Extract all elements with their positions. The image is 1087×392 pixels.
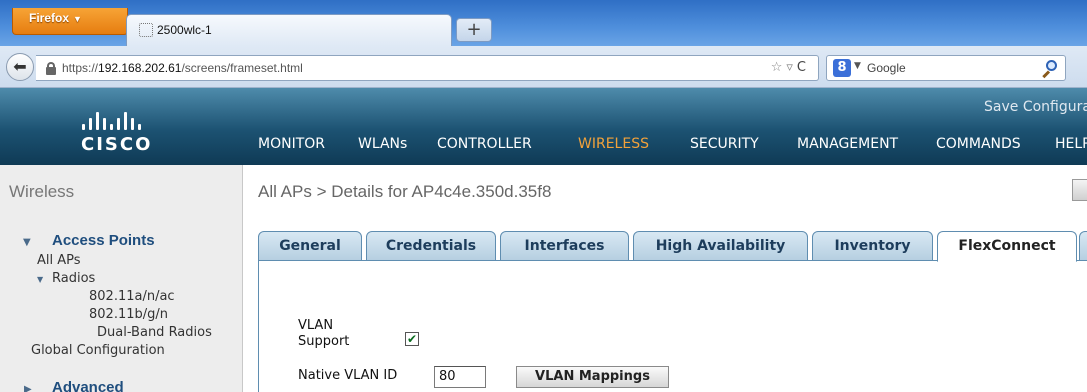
expand-arrow-icon[interactable]: ▼	[37, 275, 43, 284]
expand-arrow-icon[interactable]: ▼	[23, 237, 31, 248]
address-bar[interactable]: https://192.168.202.61/screens/frameset.…	[36, 55, 819, 81]
tab-flexconnect[interactable]: FlexConnect	[937, 231, 1077, 262]
browser-nav-bar: ⬅ https://192.168.202.61/screens/framese…	[0, 46, 1087, 88]
tab-credentials[interactable]: Credentials	[366, 231, 496, 261]
tab-inventory[interactable]: Inventory	[812, 231, 933, 261]
sidebar-title: Wireless	[9, 182, 75, 201]
dropdown-caret-icon: ▼	[73, 14, 82, 24]
vlan-support-checkbox[interactable]: ✔	[405, 332, 419, 346]
menu-wireless[interactable]: WIRELESS	[578, 136, 649, 152]
cisco-brand-text: CISCO	[81, 134, 153, 155]
sidebar-item-radios[interactable]: Radios	[52, 271, 95, 286]
tab-interfaces[interactable]: Interfaces	[500, 231, 629, 261]
sidebar-item-global-config[interactable]: Global Configuration	[31, 343, 165, 358]
menu-monitor[interactable]: MONITOR	[258, 136, 325, 152]
search-bar[interactable]: 8 ▼ Google	[826, 55, 1066, 81]
menu-help[interactable]: HELP	[1055, 136, 1087, 152]
collapse-arrow-icon[interactable]: ▶	[24, 384, 32, 392]
sidebar-item-all-aps[interactable]: All APs	[37, 253, 81, 268]
firefox-menu-button[interactable]: Firefox ▼	[12, 8, 128, 35]
firefox-menu-label: Firefox	[29, 11, 70, 25]
tab-overflow[interactable]	[1079, 231, 1087, 261]
browser-tab-title: 2500wlc-1	[157, 23, 212, 37]
save-configuration-link[interactable]: Save Configuration	[984, 99, 1087, 115]
sidebar-section-advanced[interactable]: Advanced	[52, 379, 124, 392]
back-button[interactable]	[1072, 179, 1087, 201]
search-engine-caret-icon[interactable]: ▼	[854, 61, 861, 71]
new-tab-button[interactable]: +	[456, 18, 492, 42]
address-bar-icons: ☆▿C	[771, 60, 810, 75]
history-dropdown-icon[interactable]: ▿	[786, 60, 797, 75]
back-arrow-icon: ⬅	[13, 57, 27, 76]
cisco-bars-icon	[82, 108, 152, 130]
browser-tab[interactable]: 2500wlc-1	[126, 14, 452, 46]
vlan-mappings-button[interactable]: VLAN Mappings	[516, 366, 669, 388]
vlan-support-label: VLAN Support	[298, 318, 350, 349]
tab-high-availability[interactable]: High Availability	[633, 231, 808, 261]
sidebar-item-radio-a[interactable]: 802.11a/n/ac	[89, 289, 175, 304]
sidebar-section-access-points[interactable]: Access Points	[52, 232, 155, 249]
reload-icon[interactable]: C	[797, 60, 810, 75]
search-placeholder: Google	[867, 61, 906, 75]
page-title: All APs > Details for AP4c4e.350d.35f8	[258, 182, 552, 201]
menu-management[interactable]: MANAGEMENT	[797, 136, 898, 152]
sidebar-item-radio-b[interactable]: 802.11b/g/n	[89, 307, 168, 322]
url-text: https://192.168.202.61/screens/frameset.…	[62, 61, 303, 75]
sidebar-item-dual-band[interactable]: Dual-Band Radios	[97, 325, 212, 340]
lock-icon	[46, 62, 56, 75]
page-favicon-icon	[139, 23, 153, 37]
search-engine-icon[interactable]: 8	[833, 59, 851, 77]
menu-commands[interactable]: COMMANDS	[936, 136, 1021, 152]
bookmark-star-icon[interactable]: ☆	[771, 60, 787, 75]
back-button[interactable]: ⬅	[6, 53, 34, 81]
cisco-header	[0, 88, 1087, 165]
menu-controller[interactable]: CONTROLLER	[437, 136, 532, 152]
tab-general[interactable]: General	[258, 231, 362, 261]
search-icon[interactable]	[1041, 60, 1057, 79]
menu-security[interactable]: SECURITY	[690, 136, 759, 152]
native-vlan-label: Native VLAN ID	[298, 368, 398, 383]
native-vlan-id-input[interactable]: 80	[434, 366, 486, 388]
menu-wlans[interactable]: WLANs	[358, 136, 407, 152]
